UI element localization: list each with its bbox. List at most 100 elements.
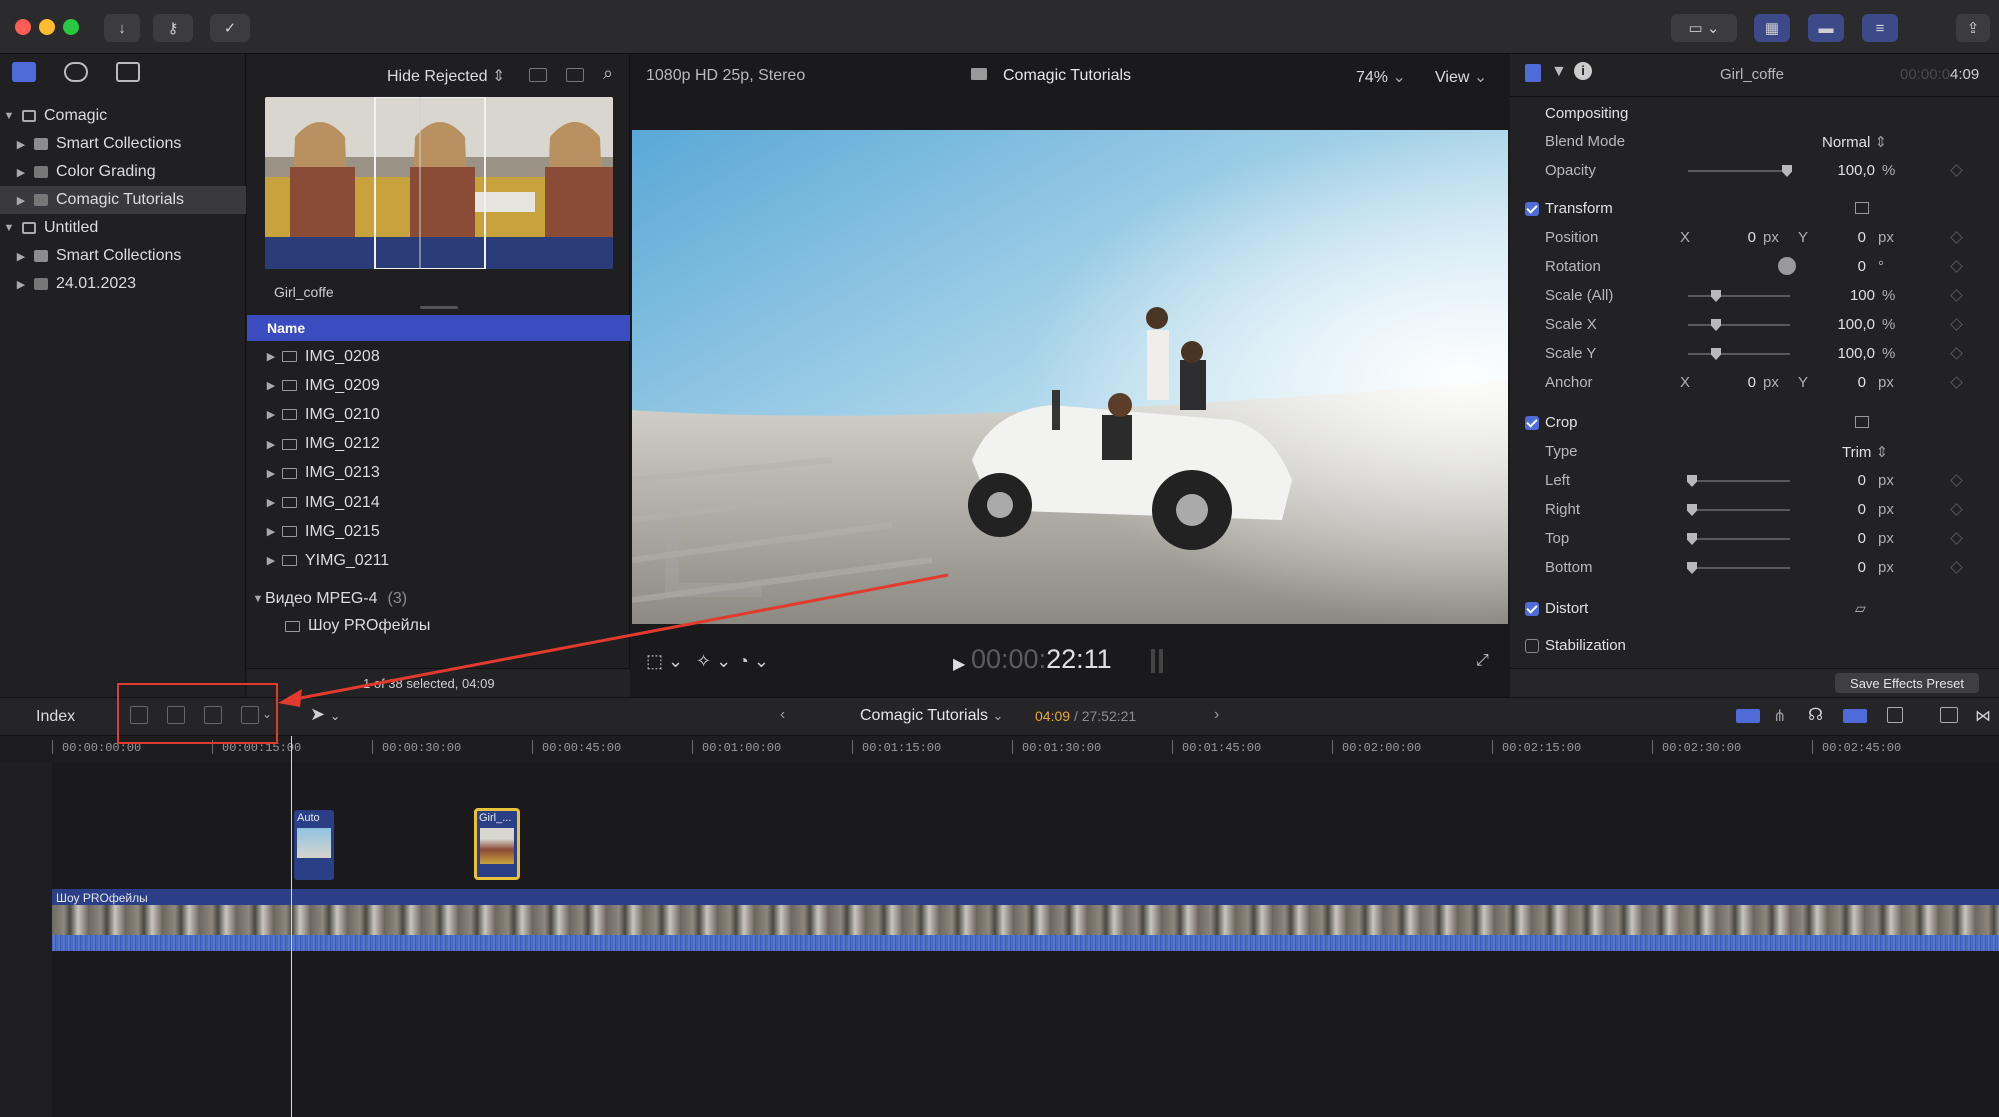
disclosure-triangle-icon[interactable]: ▼ <box>2 222 16 234</box>
list-item[interactable]: ▶ IMG_0209 <box>247 371 630 400</box>
keyframe-icon[interactable] <box>1950 260 1963 273</box>
share-button[interactable]: ⇪ <box>1956 14 1990 42</box>
stabilization-checkbox[interactable] <box>1525 638 1539 653</box>
effects-browser-icon[interactable] <box>1940 707 1958 723</box>
snapping-icon[interactable] <box>1843 709 1867 723</box>
list-item[interactable]: ▶ IMG_0212 <box>247 430 630 459</box>
browser-toggle-button[interactable]: ▦ <box>1754 14 1790 42</box>
anchor-x-value[interactable]: 0 <box>1710 374 1756 391</box>
transform-onscreen-icon[interactable] <box>1855 202 1869 214</box>
video-frame[interactable] <box>632 130 1508 624</box>
disclosure-triangle-icon[interactable]: ▶ <box>14 194 28 207</box>
clip-appearance-icon[interactable] <box>529 68 547 82</box>
expand-triangle-icon[interactable]: ▼ <box>251 593 265 605</box>
rotation-value[interactable]: 0 <box>1810 258 1866 275</box>
transitions-browser-icon[interactable]: ⋈ <box>1975 706 1991 726</box>
list-item[interactable]: ▶ IMG_0213 <box>247 459 630 488</box>
disclosure-triangle-icon[interactable]: ▶ <box>264 438 278 451</box>
inspector-toggle-button[interactable]: ≡ <box>1862 14 1898 42</box>
scale-x-slider[interactable] <box>1688 324 1790 326</box>
keyframe-icon[interactable] <box>1950 289 1963 302</box>
zoom-window-button[interactable] <box>63 19 79 35</box>
position-y-value[interactable]: 0 <box>1820 229 1866 246</box>
keyframe-icon[interactable] <box>1950 503 1963 516</box>
scale-y-value[interactable]: 100,0 <box>1810 345 1875 362</box>
info-icon[interactable]: i <box>1574 62 1592 80</box>
crop-bottom-value[interactable]: 0 <box>1820 559 1866 576</box>
skimming-icon[interactable] <box>1736 709 1760 723</box>
keyframe-icon[interactable] <box>1950 532 1963 545</box>
opacity-slider[interactable] <box>1688 170 1790 172</box>
library-item[interactable]: ▼ Comagic <box>0 102 246 130</box>
connected-clip-auto[interactable]: Auto <box>294 810 334 880</box>
keyframe-icon[interactable] <box>1950 164 1963 177</box>
library-item[interactable]: ▶ Smart Collections <box>0 242 246 270</box>
library-item[interactable]: ▶ Color Grading <box>0 158 246 186</box>
timeline-index-button[interactable]: Index <box>36 708 75 726</box>
resize-handle[interactable] <box>420 306 458 309</box>
save-effects-preset-button[interactable]: Save Effects Preset <box>1835 673 1979 693</box>
scale-all-value[interactable]: 100 <box>1810 287 1875 304</box>
distort-checkbox[interactable] <box>1525 601 1539 616</box>
library-item[interactable]: ▶ Comagic Tutorials <box>0 186 246 214</box>
headphones-icon[interactable]: ☊ <box>1808 705 1823 725</box>
crop-right-slider[interactable] <box>1688 509 1790 511</box>
crop-right-slider-knob[interactable] <box>1687 504 1697 516</box>
keywords-button[interactable]: ⚷ <box>153 14 193 42</box>
scale-all-slider-knob[interactable] <box>1711 290 1721 302</box>
audio-skimming-icon[interactable]: ⋔ <box>1773 706 1786 726</box>
rotation-dial[interactable] <box>1778 257 1796 275</box>
filter-inspector-icon[interactable]: ▼ <box>1551 63 1567 81</box>
keyframe-icon[interactable] <box>1950 561 1963 574</box>
filter-dropdown[interactable]: Hide Rejected ⇕ <box>387 66 505 86</box>
crop-top-value[interactable]: 0 <box>1820 530 1866 547</box>
disclosure-triangle-icon[interactable]: ▶ <box>14 166 28 179</box>
disclosure-triangle-icon[interactable]: ▶ <box>14 138 28 151</box>
video-inspector-icon[interactable] <box>1525 64 1541 82</box>
name-column-header[interactable]: Name <box>247 315 630 341</box>
display-options-button[interactable]: ▭ ⌄ <box>1671 14 1737 42</box>
background-tasks-button[interactable]: ✓ <box>210 14 250 42</box>
scale-x-slider-knob[interactable] <box>1711 319 1721 331</box>
crop-right-value[interactable]: 0 <box>1820 501 1866 518</box>
photos-audio-icon[interactable] <box>64 62 88 82</box>
blend-mode-select[interactable]: Normal ⇕ <box>1822 133 1887 151</box>
history-forward-icon[interactable]: › <box>1214 706 1219 724</box>
connected-clip-girl-coffe[interactable]: Girl_... <box>474 808 520 880</box>
disclosure-triangle-icon[interactable]: ▶ <box>264 496 278 509</box>
timeline-ruler[interactable]: 00:00:00:00 00:00:15:00 00:00:30:00 00:00:4… <box>0 736 1999 762</box>
filmstrip-view-icon[interactable] <box>566 68 584 82</box>
keyframe-icon[interactable] <box>1950 376 1963 389</box>
titles-generators-icon[interactable] <box>116 62 140 82</box>
filmstrip-clip[interactable] <box>265 97 613 269</box>
close-window-button[interactable] <box>15 19 31 35</box>
disclosure-triangle-icon[interactable]: ▶ <box>14 250 28 263</box>
scale-y-slider[interactable] <box>1688 353 1790 355</box>
libraries-icon[interactable] <box>12 62 36 82</box>
anchor-y-value[interactable]: 0 <box>1820 374 1866 391</box>
zoom-dropdown[interactable]: 74% ⌄ <box>1356 67 1406 87</box>
clip-appearance-icon[interactable] <box>1887 707 1903 723</box>
distort-onscreen-icon[interactable]: ▱ <box>1855 600 1866 617</box>
scale-all-slider[interactable] <box>1688 295 1790 297</box>
position-x-value[interactable]: 0 <box>1710 229 1756 246</box>
crop-checkbox[interactable] <box>1525 415 1539 430</box>
crop-top-slider[interactable] <box>1688 538 1790 540</box>
view-menu[interactable]: View ⌄ <box>1435 67 1487 87</box>
disclosure-triangle-icon[interactable]: ▶ <box>264 350 278 363</box>
primary-storyline-clip[interactable]: Шоу PROфейлы <box>52 889 1999 951</box>
crop-left-value[interactable]: 0 <box>1820 472 1866 489</box>
minimize-window-button[interactable] <box>39 19 55 35</box>
import-button[interactable]: ↓ <box>104 14 140 42</box>
disclosure-triangle-icon[interactable]: ▼ <box>2 110 16 122</box>
crop-type-select[interactable]: Trim ⇕ <box>1842 443 1888 461</box>
library-item[interactable]: ▼ Untitled <box>0 214 246 242</box>
disclosure-triangle-icon[interactable]: ▶ <box>264 379 278 392</box>
scale-y-slider-knob[interactable] <box>1711 348 1721 360</box>
list-item[interactable]: ▶ IMG_0215 <box>247 517 630 546</box>
disclosure-triangle-icon[interactable]: ▶ <box>264 408 278 421</box>
list-item[interactable]: ▶ IMG_0214 <box>247 488 630 517</box>
disclosure-triangle-icon[interactable]: ▶ <box>264 467 278 480</box>
crop-bottom-slider[interactable] <box>1688 567 1790 569</box>
opacity-slider-knob[interactable] <box>1782 165 1792 177</box>
